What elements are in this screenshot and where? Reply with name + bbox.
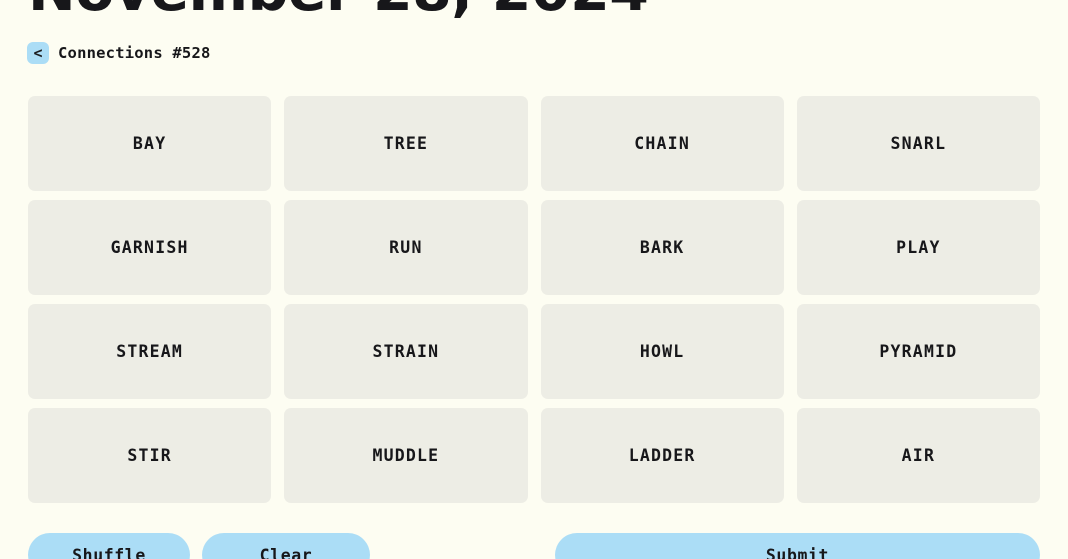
word-tile[interactable]: MUDDLE [284, 408, 528, 503]
word-tile[interactable]: RUN [284, 200, 528, 295]
word-tile-label: BAY [132, 134, 167, 153]
word-tile-label: PYRAMID [879, 342, 958, 361]
shuffle-button[interactable]: Shuffle [28, 533, 190, 559]
word-tile-label: SNARL [890, 134, 947, 153]
word-tile[interactable]: BARK [540, 200, 784, 295]
submit-button[interactable]: Submit [555, 533, 1040, 559]
word-tile[interactable]: STREAM [28, 304, 272, 399]
word-tile[interactable]: LADDER [540, 408, 784, 503]
word-tile-label: CHAIN [634, 134, 690, 153]
word-tile-label: STIR [127, 446, 172, 465]
word-tile-label: STREAM [116, 342, 184, 361]
breadcrumb[interactable]: < Connections #528 [27, 42, 211, 64]
page-title: November 28, 2024 [28, 0, 649, 24]
word-tile-label: STRAIN [372, 342, 440, 361]
clear-button[interactable]: Clear [202, 533, 370, 559]
word-tile[interactable]: AIR [796, 408, 1040, 503]
word-tile[interactable]: HOWL [540, 304, 784, 399]
word-grid: BAY TREE CHAIN SNARL GARNISH RUN BARK PL… [28, 96, 1040, 503]
word-tile-label: MUDDLE [372, 446, 440, 465]
word-tile[interactable]: STIR [28, 408, 272, 503]
word-tile[interactable]: TREE [284, 96, 528, 191]
word-tile-label: HOWL [639, 342, 685, 361]
word-tile-label: BARK [639, 238, 685, 257]
word-tile[interactable]: SNARL [796, 96, 1040, 191]
word-tile[interactable]: BAY [28, 96, 272, 191]
word-tile-label: RUN [389, 238, 423, 257]
word-tile-label: LADDER [628, 446, 696, 465]
word-tile[interactable]: GARNISH [28, 200, 272, 295]
chevron-left-icon[interactable]: < [27, 42, 49, 64]
word-tile-label: PLAY [896, 238, 941, 257]
breadcrumb-label: Connections #528 [58, 44, 211, 62]
word-tile[interactable]: CHAIN [540, 96, 784, 191]
word-tile-label: TREE [383, 134, 429, 153]
word-tile-label: AIR [901, 446, 936, 465]
word-tile[interactable]: STRAIN [284, 304, 528, 399]
word-tile[interactable]: PLAY [796, 200, 1040, 295]
action-bar: Shuffle Clear Submit [28, 533, 1040, 559]
word-tile-label: GARNISH [110, 238, 189, 257]
word-tile[interactable]: PYRAMID [796, 304, 1040, 399]
